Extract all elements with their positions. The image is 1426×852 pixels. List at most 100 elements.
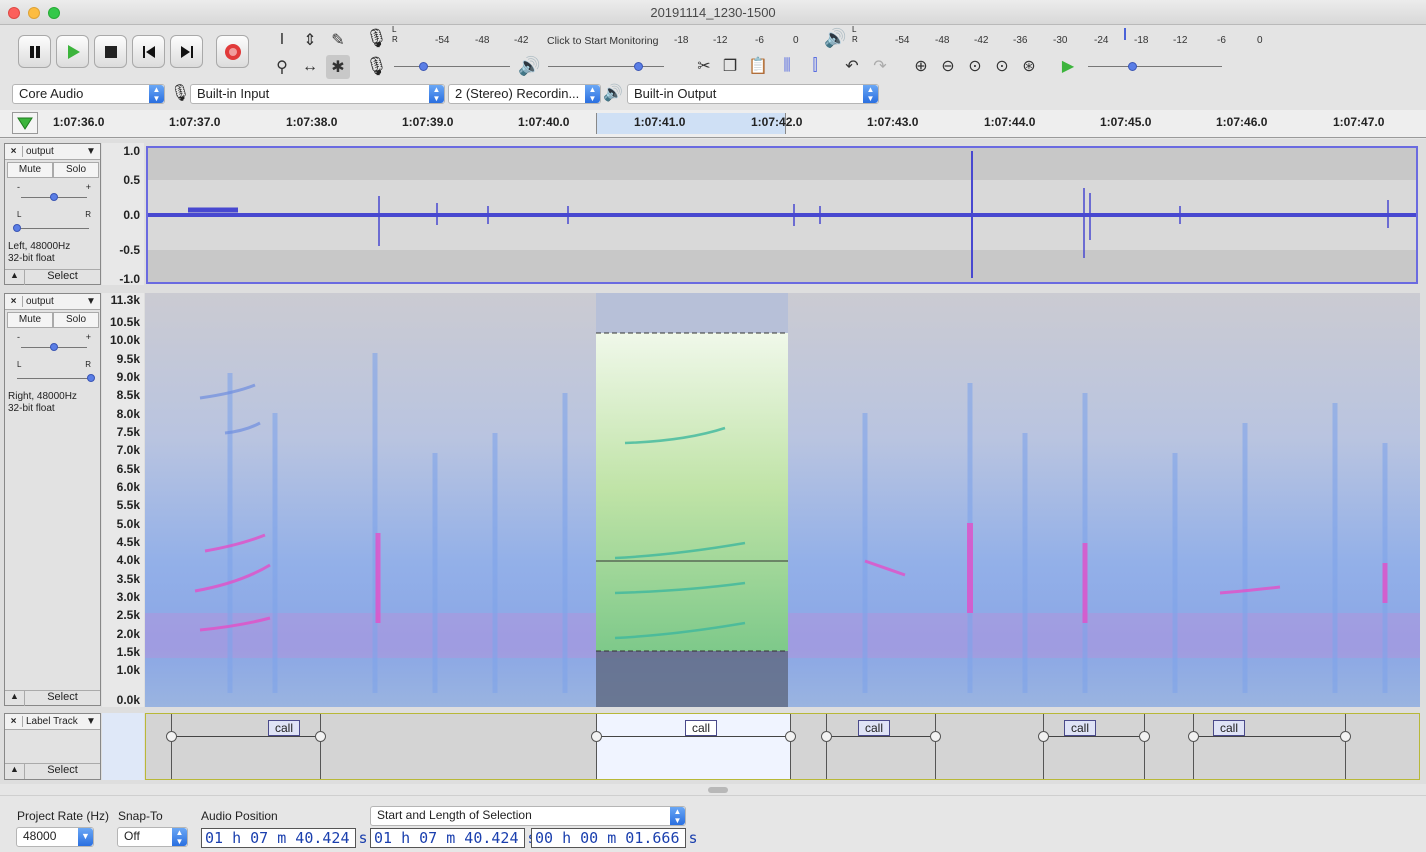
scrollbar-thumb[interactable]	[708, 787, 728, 793]
audio-host-select[interactable]: Core Audio ▲ ▼	[12, 84, 165, 104]
label-text-box[interactable]: call	[268, 720, 301, 736]
scale-label: -1.0	[119, 272, 140, 286]
playback-volume-slider[interactable]	[548, 62, 664, 71]
play-speed-slider[interactable]	[1088, 62, 1222, 71]
copy-button[interactable]: ❐	[718, 54, 742, 78]
project-rate-select[interactable]: 48000 ▼	[16, 827, 94, 847]
close-track-button[interactable]: ×	[5, 146, 23, 157]
zoom-out-button[interactable]: ⊖	[936, 54, 960, 78]
record-button[interactable]	[216, 35, 249, 68]
chevron-down-icon[interactable]: ▼	[86, 146, 100, 157]
collapse-track-button[interactable]: ▲	[5, 764, 25, 779]
waveform-display[interactable]	[146, 146, 1418, 284]
silence-button[interactable]: ⫿	[803, 54, 827, 78]
speaker-icon: 🔊	[603, 85, 623, 102]
select-track-button[interactable]: Select	[25, 270, 100, 285]
slider-knob[interactable]	[634, 62, 643, 71]
label-start-handle[interactable]	[166, 731, 177, 742]
label-end-handle[interactable]	[1340, 731, 1351, 742]
select-track-button[interactable]: Select	[25, 764, 100, 779]
microphone-icon[interactable]: 🎙	[365, 28, 388, 49]
selection-mode-select[interactable]: Start and Length of Selection ▲ ▼	[370, 806, 686, 826]
play-button[interactable]	[56, 35, 89, 68]
slider-knob[interactable]	[87, 374, 95, 382]
trim-button[interactable]: ⫼	[775, 54, 799, 78]
speaker-icon[interactable]: 🔊	[824, 28, 846, 49]
playback-meter[interactable]: -54 -48 -42 -36 -30 -24 -18 -12 -6 0	[860, 28, 1270, 48]
label-text-box[interactable]: call	[685, 720, 718, 736]
track-name[interactable]: Label Track	[23, 716, 86, 727]
recording-meter[interactable]: -54 -48 -42 Click to Start Monitoring -1…	[400, 28, 805, 48]
label-start-handle[interactable]	[1188, 731, 1199, 742]
label-start-handle[interactable]	[821, 731, 832, 742]
time-shift-tool[interactable]: ↔	[298, 55, 322, 79]
label-start-handle[interactable]	[591, 731, 602, 742]
timeline-ruler[interactable]: 1:07:36.0 1:07:37.0 1:07:38.0 1:07:39.0 …	[0, 110, 1426, 138]
stop-button[interactable]	[94, 35, 127, 68]
label-text-box[interactable]: call	[1213, 720, 1246, 736]
spectrogram-scale[interactable]: 11.3k 10.5k 10.0k 9.5k 9.0k 8.5k 8.0k 7.…	[102, 293, 144, 707]
label-end-handle[interactable]	[785, 731, 796, 742]
label-text-box[interactable]: call	[858, 720, 891, 736]
label-end-handle[interactable]	[1139, 731, 1150, 742]
select-track-button[interactable]: Select	[25, 691, 100, 706]
cut-button[interactable]: ✂	[692, 54, 716, 78]
waveform-scale[interactable]: 1.0 0.5 0.0 -0.5 -1.0	[102, 143, 144, 286]
slider-knob[interactable]	[13, 224, 21, 232]
collapse-track-button[interactable]: ▲	[5, 691, 25, 706]
spectrogram-display[interactable]	[145, 293, 1420, 707]
solo-button[interactable]: Solo	[53, 162, 99, 178]
skip-to-end-button[interactable]	[170, 35, 203, 68]
label-end-handle[interactable]	[315, 731, 326, 742]
play-at-speed-button[interactable]: ▶	[1056, 54, 1080, 78]
fit-selection-button[interactable]: ⊙	[963, 54, 987, 78]
recording-volume-slider[interactable]	[394, 62, 510, 71]
track-name[interactable]: output	[23, 146, 86, 157]
multi-tool[interactable]: ✱	[326, 55, 350, 79]
mute-button[interactable]: Mute	[7, 312, 53, 328]
recording-device-select[interactable]: Built-in Input ▲ ▼	[190, 84, 445, 104]
collapse-track-button[interactable]: ▲	[5, 270, 25, 285]
audio-position-field[interactable]: 01 h 07 m 40.424 s	[201, 828, 368, 848]
selection-start-field[interactable]: 01 h 07 m 40.424 s	[370, 828, 537, 848]
paste-button[interactable]: 📋	[746, 54, 770, 78]
draw-tool[interactable]: ✎	[326, 28, 350, 52]
scale-label: 3.5k	[116, 572, 140, 586]
selection-length-field[interactable]: 00 h 00 m 01.666 s	[531, 828, 698, 848]
track-name[interactable]: output	[23, 296, 86, 307]
slider-knob[interactable]	[1128, 62, 1137, 71]
slider-knob[interactable]	[50, 193, 58, 201]
selection-tool[interactable]: I	[270, 28, 294, 52]
envelope-tool[interactable]: ⇕	[298, 28, 322, 52]
chevron-down-icon[interactable]: ▼	[86, 716, 100, 727]
zoom-tool[interactable]: ⚲	[270, 55, 294, 79]
label-end-handle[interactable]	[930, 731, 941, 742]
label-start-handle[interactable]	[1038, 731, 1049, 742]
fit-project-button[interactable]: ⊙	[990, 54, 1014, 78]
recording-channels-select[interactable]: 2 (Stereo) Recordin... ▲ ▼	[448, 84, 601, 104]
zoom-in-button[interactable]: ⊕	[909, 54, 933, 78]
skip-to-start-button[interactable]	[132, 35, 165, 68]
snap-to-select[interactable]: Off ▲ ▼	[117, 827, 188, 847]
slider-knob[interactable]	[419, 62, 428, 71]
slider-knob[interactable]	[50, 343, 58, 351]
solo-button[interactable]: Solo	[53, 312, 99, 328]
copy-icon: ❐	[722, 58, 738, 75]
undo-button[interactable]: ↶	[840, 54, 864, 78]
timeline-options-button[interactable]	[12, 112, 38, 134]
label-track[interactable]: call call call call call	[145, 713, 1420, 780]
redo-icon: ↷	[873, 58, 887, 75]
mute-button[interactable]: Mute	[7, 162, 53, 178]
playback-device-select[interactable]: Built-in Output ▲ ▼	[627, 84, 879, 104]
pause-button[interactable]	[18, 35, 51, 68]
start-monitoring-label[interactable]: Click to Start Monitoring	[547, 35, 658, 47]
close-track-button[interactable]: ×	[5, 716, 23, 727]
label-text-box[interactable]: call	[1064, 720, 1097, 736]
close-track-button[interactable]: ×	[5, 296, 23, 307]
project-rate-label: Project Rate (Hz)	[17, 809, 110, 823]
chevron-down-icon[interactable]: ▼	[86, 296, 100, 307]
pencil-icon: ✎	[331, 32, 345, 49]
zoom-toggle-button[interactable]: ⊛	[1017, 54, 1041, 78]
redo-button[interactable]: ↷	[868, 54, 892, 78]
horizontal-scrollbar[interactable]	[145, 786, 1420, 794]
